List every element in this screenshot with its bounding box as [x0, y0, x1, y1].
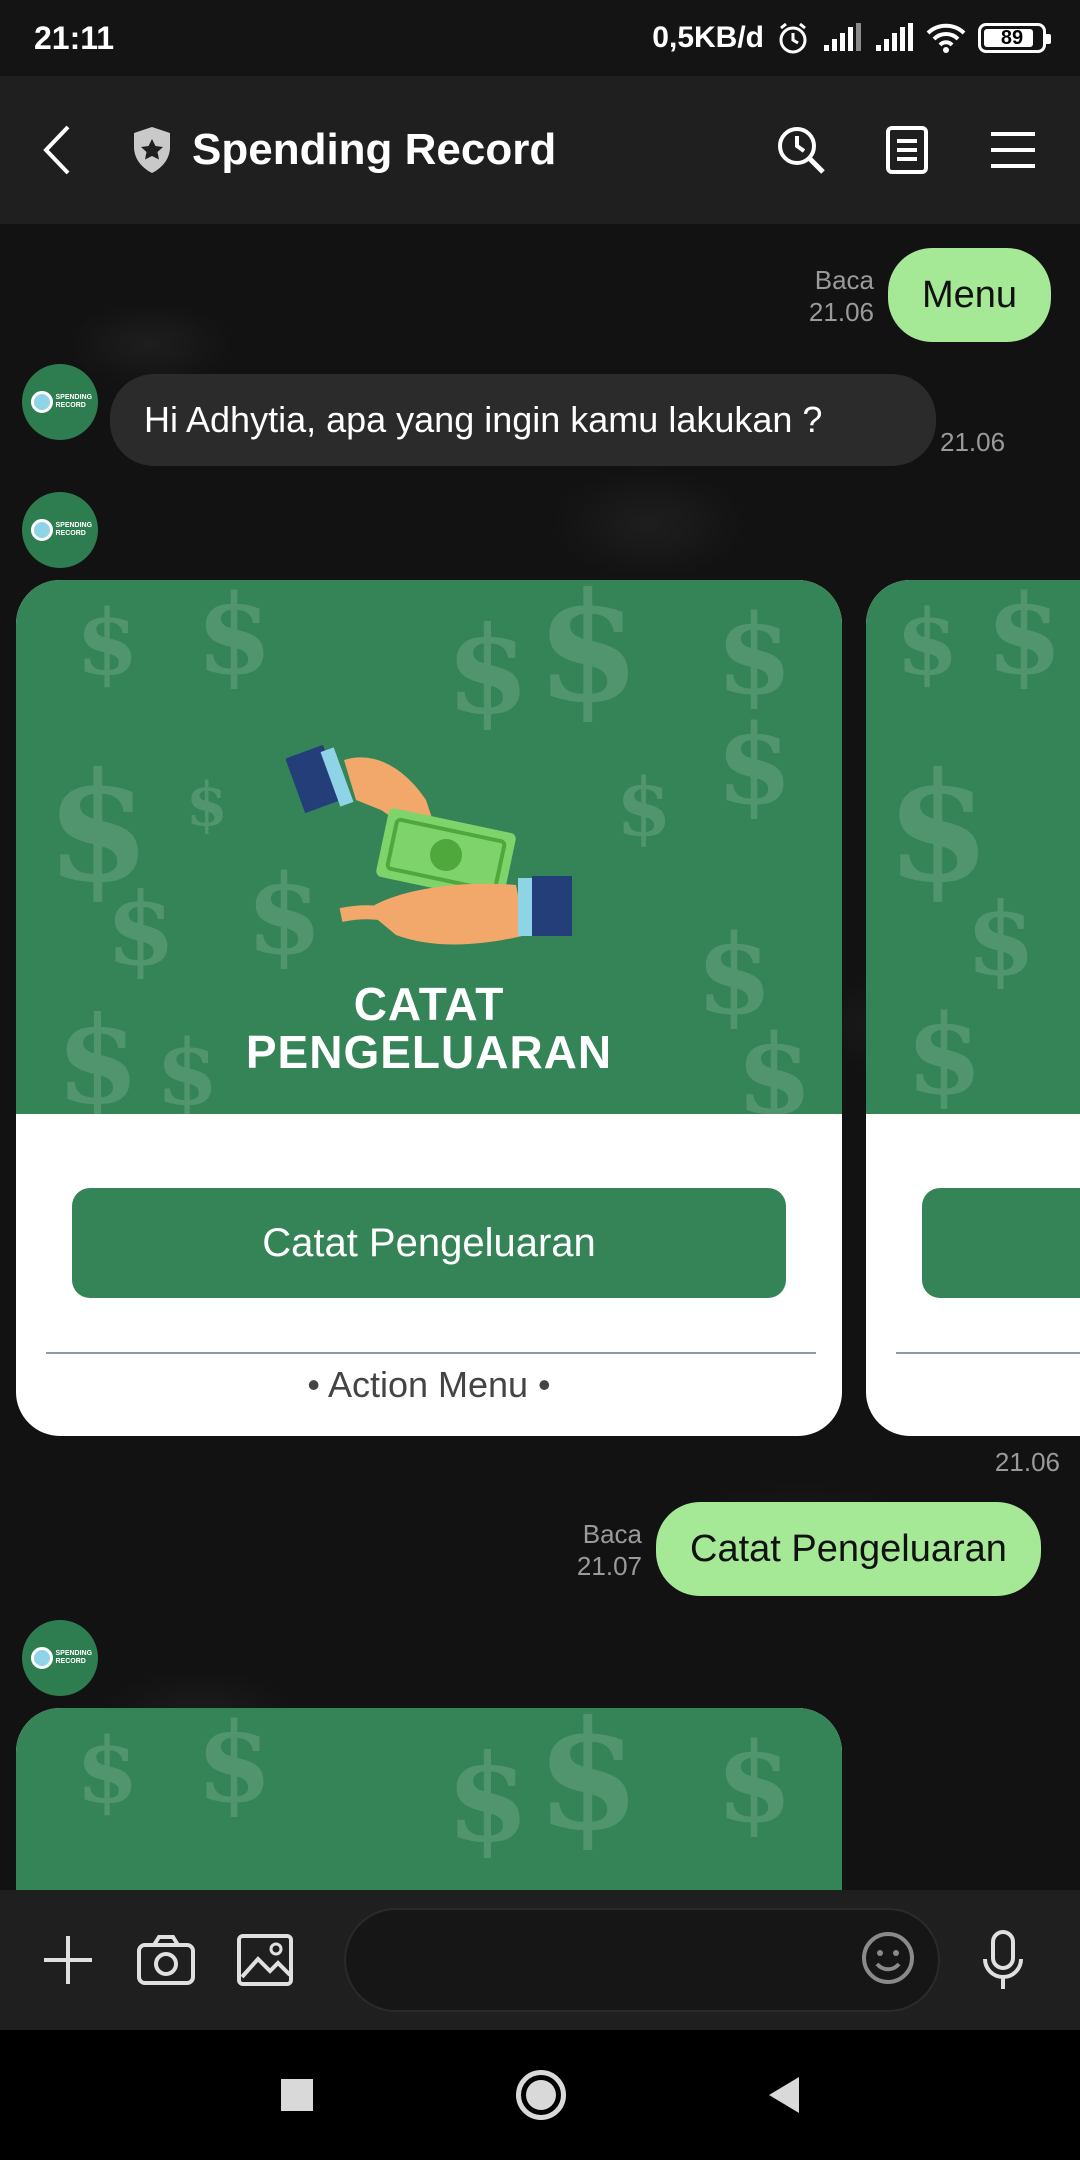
catat-pengeluaran-button[interactable]: Catat Pengeluaran: [72, 1188, 786, 1298]
microphone-icon[interactable]: [980, 1928, 1026, 1992]
alarm-icon: [776, 21, 810, 55]
menu-icon[interactable]: [986, 123, 1040, 177]
bot-avatar[interactable]: SPENDING RECORD: [22, 364, 98, 440]
bot-avatar[interactable]: SPENDING RECORD: [22, 1620, 98, 1696]
card-image: $ $ $ $ $: [866, 580, 1080, 1114]
read-receipt: Baca 21.07: [540, 1518, 642, 1582]
bot-avatar[interactable]: SPENDING RECORD: [22, 492, 98, 568]
action-menu-card-next[interactable]: $ $ $ $ $: [866, 580, 1080, 1436]
signal-icon-2: [874, 23, 914, 53]
signal-icon: [822, 23, 862, 53]
avatar-text: SPENDING RECORD: [55, 394, 93, 409]
read-status: Baca: [814, 265, 874, 295]
message-input[interactable]: [346, 1940, 860, 1980]
wifi-icon: [926, 22, 966, 54]
battery-label: 89: [1000, 26, 1024, 49]
status-indicators: 0,5KB/d 89: [652, 21, 1051, 55]
card-image: $ $ $ $ $ $ $ $ $ $ $ $ $ $ $ CATAT PENG…: [16, 580, 842, 1114]
avatar-logo-icon: [30, 1647, 53, 1669]
message-time: 21.06: [808, 297, 874, 327]
action-menu-card: $ $ $ $ $ $ $ $ $ $ $ $ $ $ $ CATAT PENG…: [16, 580, 842, 1436]
chat-title: Spending Record: [192, 125, 557, 174]
back-icon[interactable]: [768, 2077, 799, 2113]
avatar-text: SPENDING RECORD: [55, 522, 93, 537]
read-receipt: Baca 21.06: [770, 264, 874, 328]
outgoing-message[interactable]: Catat Pengeluaran: [656, 1502, 1041, 1596]
message-time: 21.07: [576, 1551, 642, 1581]
chat-area[interactable]: Baca 21.06 Menu SPENDING RECORD Hi Adhyt…: [0, 224, 1080, 1890]
card-image: $ $ $ $ $ $: [16, 1708, 842, 1890]
message-time: 21.06: [994, 1447, 1060, 1477]
avatar-logo-icon: [30, 391, 53, 413]
system-nav-bar: [0, 2030, 1080, 2160]
shield-star-icon: [130, 125, 174, 175]
back-arrow-icon[interactable]: [40, 120, 100, 180]
note-icon[interactable]: [880, 123, 934, 177]
read-status: Baca: [582, 1519, 642, 1549]
avatar-text: SPENDING RECORD: [55, 1650, 93, 1665]
camera-icon[interactable]: [136, 1928, 196, 1992]
money-exchange-illustration: [286, 744, 572, 945]
card-button-partial[interactable]: [922, 1188, 1080, 1298]
chat-header: Spending Record: [0, 76, 1080, 224]
plus-icon[interactable]: [40, 1928, 96, 1992]
emoji-icon[interactable]: [860, 1930, 916, 1991]
caption-line-2: PENGELUARAN: [245, 1026, 613, 1078]
message-time: 21.06: [940, 427, 1006, 457]
card-image-caption: CATAT PENGELUARAN: [16, 980, 842, 1076]
status-bar: 21:11 0,5KB/d 89: [0, 0, 1080, 76]
action-menu-card-partial: $ $ $ $ $ $: [16, 1708, 842, 1890]
image-icon[interactable]: [236, 1928, 294, 1992]
battery-icon: 89: [978, 23, 1051, 53]
card-divider: [896, 1352, 1080, 1354]
search-history-icon[interactable]: [774, 123, 828, 177]
outgoing-message[interactable]: Menu: [888, 248, 1052, 342]
incoming-message[interactable]: Hi Adhytia, apa yang ingin kamu lakukan …: [110, 374, 936, 466]
recent-apps-icon[interactable]: [281, 2079, 314, 2111]
network-speed: 0,5KB/d: [652, 21, 764, 54]
caption-line-1: CATAT: [353, 978, 505, 1030]
home-icon[interactable]: [515, 2070, 566, 2120]
card-divider: [46, 1352, 816, 1354]
message-input-field[interactable]: [344, 1908, 940, 2012]
avatar-logo-icon: [30, 519, 53, 541]
card-footer: • Action Menu •: [307, 1364, 551, 1405]
status-time: 21:11: [34, 19, 115, 56]
message-input-bar: [0, 1890, 1080, 2030]
